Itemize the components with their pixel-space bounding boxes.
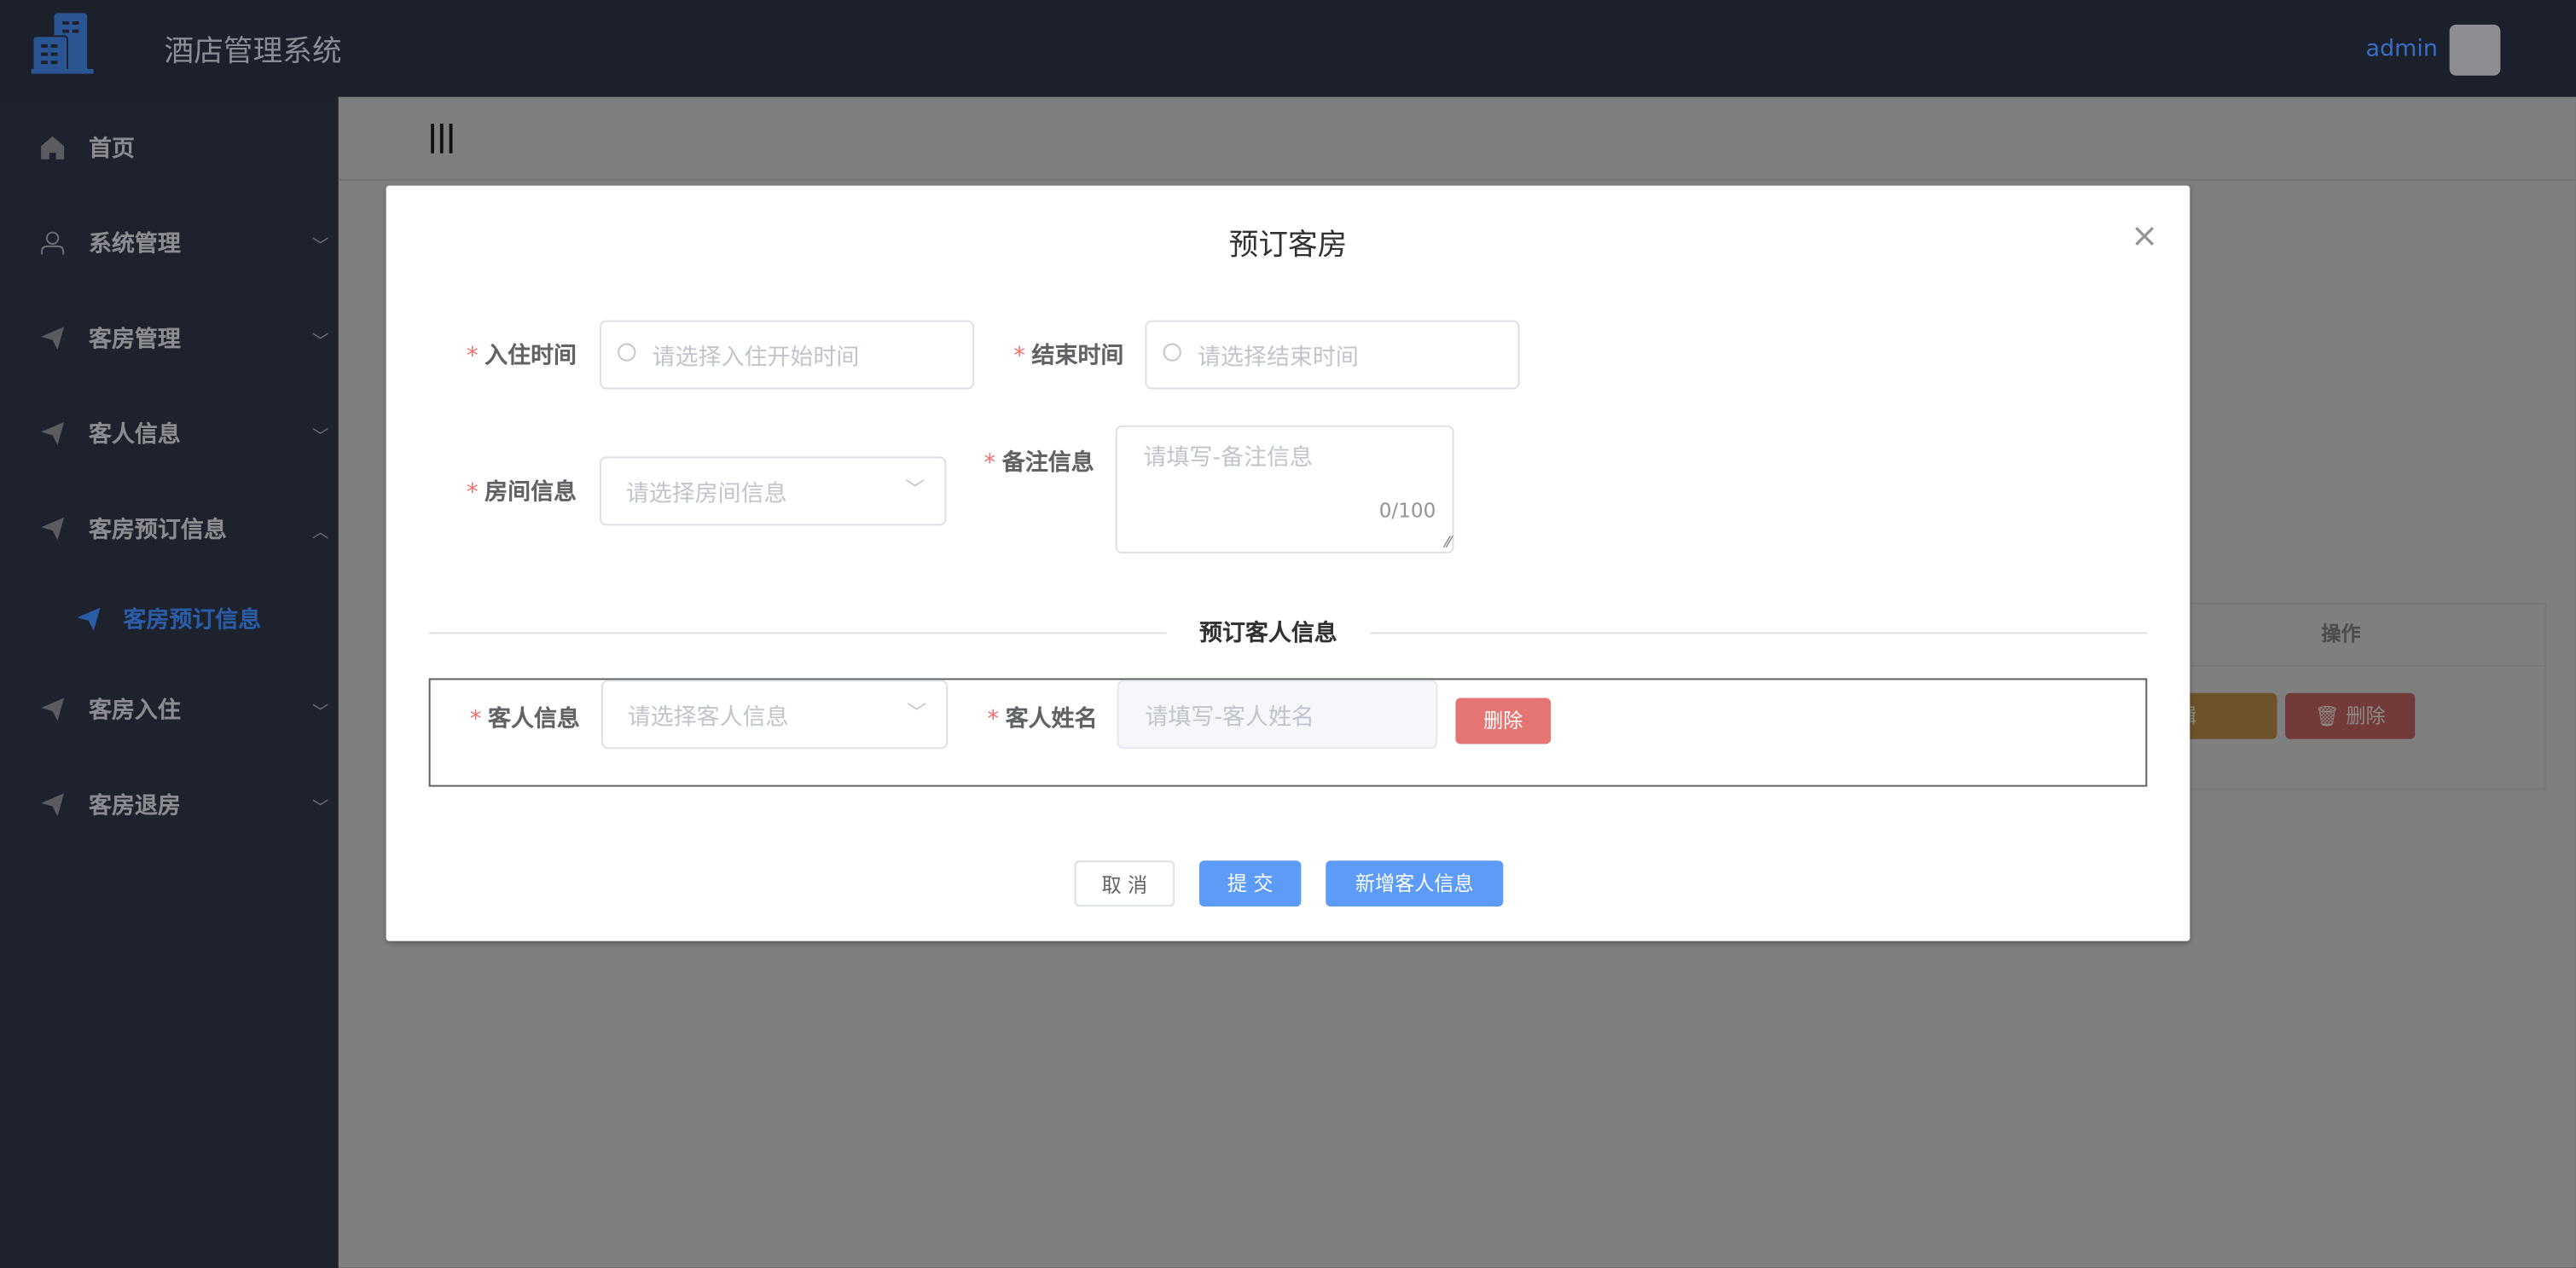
guest-name-label: * 客人姓名 [917, 701, 1098, 734]
submit-button[interactable]: 提 交 [1199, 860, 1301, 906]
chevron-down-icon: ﹀ [312, 698, 328, 722]
placeholder: 请选择客人信息 [628, 699, 789, 732]
sidebar-item-label: 客房管理 [89, 321, 181, 355]
sidebar-item-system[interactable]: 系统管理 ﹀ [0, 211, 339, 276]
placeholder: 请选择结束时间 [1198, 340, 1359, 373]
trash-icon: 🗑︎ [2315, 704, 2347, 727]
required-mark: * [984, 450, 995, 477]
required-mark: * [467, 479, 478, 506]
chevron-down-icon: ﹀ [312, 792, 328, 817]
sidebar-item-label: 系统管理 [89, 227, 181, 260]
room-label: *房间信息 [396, 475, 577, 508]
checkout-label: * 结束时间 [943, 339, 1124, 372]
required-mark: * [1013, 344, 1024, 370]
hotel-logo-icon [32, 11, 94, 73]
remark-label: * 备注信息 [914, 445, 1094, 478]
delete-label: 删除 [2346, 704, 2385, 727]
sidebar-item-checkout[interactable]: 客房退房 ﹀ [0, 772, 339, 837]
sidebar-item-label: 客人信息 [89, 417, 181, 450]
checkin-label: *入住时间 [396, 339, 577, 372]
required-mark: * [470, 706, 481, 732]
user-icon [39, 230, 66, 257]
sidebar-item-bookings[interactable]: 客房预订信息 ︿ [0, 496, 339, 562]
sidebar-item-guests[interactable]: 客人信息 ﹀ [0, 401, 339, 466]
label-text: 备注信息 [1002, 450, 1094, 477]
label-text: 入住时间 [484, 344, 577, 370]
sidebar: 首页 系统管理 ﹀ 客房管理 ﹀ 客人信息 ﹀ 客房预订信息 ︿ 客房预订信息 [0, 97, 339, 1268]
label-text: 客人信息 [488, 706, 580, 732]
placeholder: 请选择入住开始时间 [653, 340, 860, 373]
user-name[interactable]: admin [2365, 36, 2438, 62]
sidebar-subitem-bookings[interactable]: 客房预订信息 [0, 587, 339, 652]
delete-guest-button[interactable]: 删除 [1455, 698, 1551, 744]
section-title: 预订客人信息 [1166, 616, 1370, 649]
dialog-title: 预订客房 [386, 222, 2190, 264]
guest-label: * 客人信息 [399, 701, 580, 734]
send-icon [39, 420, 66, 447]
sidebar-item-checkin[interactable]: 客房入住 ﹀ [0, 677, 339, 743]
placeholder: 请填写-客人姓名 [1145, 699, 1314, 732]
send-icon [39, 325, 66, 351]
guest-row: * 客人信息 请选择客人信息 ﹀ * 客人姓名 请填写-客人姓名 删除 [429, 678, 2148, 786]
send-icon [39, 516, 66, 542]
label-text: 房间信息 [484, 479, 577, 506]
sidebar-item-home[interactable]: 首页 [0, 115, 339, 181]
sidebar-item-label: 客房预订信息 [123, 603, 261, 636]
data-table: 操作 编辑 🗑︎ 删除 [2136, 603, 2547, 790]
guest-select[interactable]: 请选择客人信息 ﹀ [601, 680, 948, 749]
delete-button[interactable]: 🗑︎ 删除 [2285, 693, 2415, 739]
chevron-down-icon: ﹀ [312, 231, 328, 256]
sidebar-item-label: 客房退房 [89, 788, 181, 821]
label-text: 结束时间 [1032, 344, 1124, 370]
sidebar-item-label: 客房入住 [89, 693, 181, 727]
avatar[interactable] [2450, 25, 2501, 76]
chevron-up-icon: ︿ [312, 517, 328, 541]
send-icon [39, 791, 66, 818]
booking-dialog: 预订客房 × *入住时间 请选择入住开始时间 *结束时间 请选择结束时间 *房间… [386, 186, 2190, 941]
sidebar-item-label: 首页 [89, 131, 135, 165]
clock-icon [1163, 344, 1181, 362]
close-icon[interactable]: × [2131, 215, 2158, 254]
placeholder: 请填写-备注信息 [1143, 440, 1312, 473]
send-icon [76, 606, 102, 633]
main-topbar: ||| [339, 97, 2576, 181]
send-icon [39, 697, 66, 723]
home-icon [39, 135, 66, 161]
cancel-button[interactable]: 取 消 [1075, 860, 1175, 906]
chevron-down-icon: ﹀ [312, 421, 328, 446]
checkout-time-picker[interactable]: 请选择结束时间 [1145, 321, 1519, 390]
remark-textarea[interactable]: 请填写-备注信息 0/100 ⁄⁄ [1116, 426, 1454, 553]
required-mark: * [467, 344, 478, 370]
room-select[interactable]: 请选择房间信息 ﹀ [600, 456, 946, 525]
resize-handle-icon[interactable]: ⁄⁄ [1446, 536, 1451, 552]
guest-name-input[interactable]: 请填写-客人姓名 [1117, 680, 1438, 749]
required-mark: * [988, 706, 999, 732]
label-text: 客人姓名 [1006, 706, 1098, 732]
char-count: 0/100 [1379, 500, 1436, 523]
add-guest-button[interactable]: 新增客人信息 [1326, 860, 1503, 906]
checkin-time-picker[interactable]: 请选择入住开始时间 [600, 321, 974, 390]
table-header-actions: 操作 [2138, 605, 2545, 667]
top-header: 酒店管理系统 admin [0, 0, 2576, 97]
sidebar-item-rooms[interactable]: 客房管理 ﹀ [0, 305, 339, 371]
app-title: 酒店管理系统 [165, 28, 342, 71]
chevron-down-icon: ﹀ [312, 326, 328, 350]
menu-toggle-icon[interactable]: ||| [427, 120, 455, 154]
sidebar-item-label: 客房预订信息 [89, 512, 227, 546]
clock-icon [618, 344, 635, 362]
chevron-down-icon: ﹀ [905, 475, 925, 503]
placeholder: 请选择房间信息 [626, 477, 787, 510]
